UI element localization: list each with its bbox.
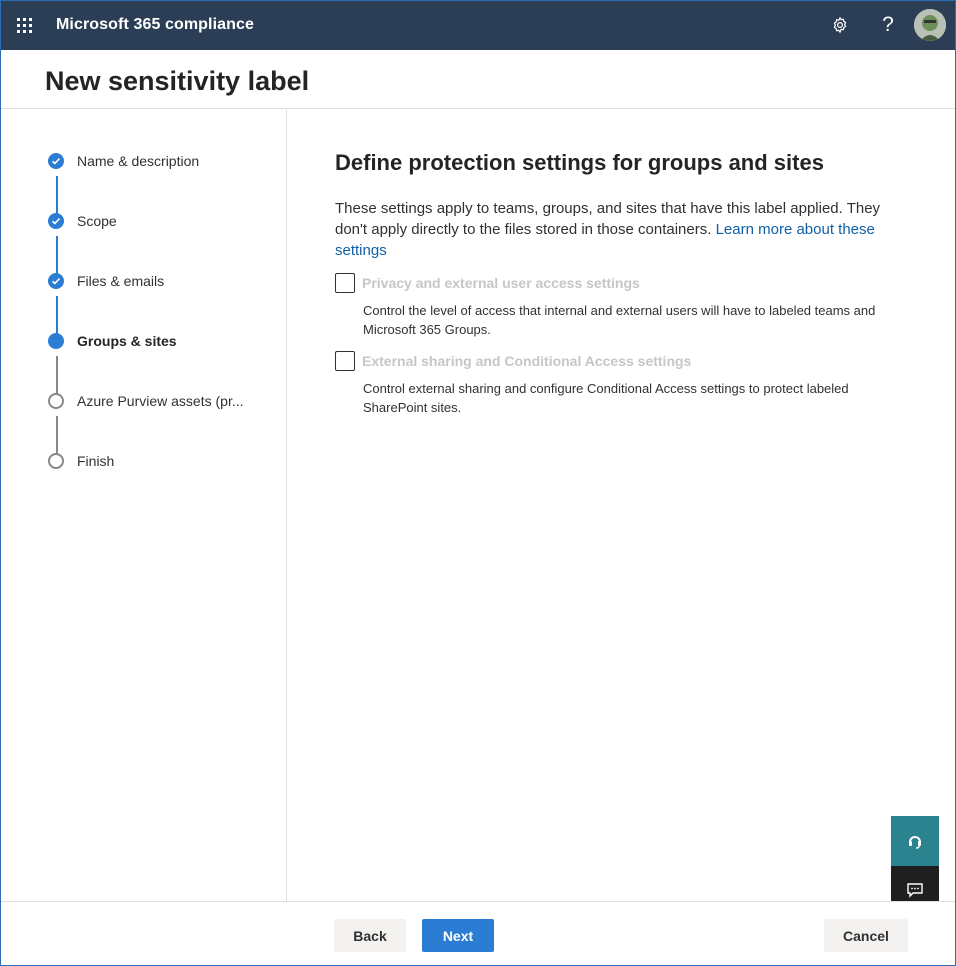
step-groups-sites[interactable]: Groups & sites bbox=[48, 330, 177, 352]
avatar[interactable] bbox=[914, 9, 946, 41]
wizard-footer: Back Next Cancel bbox=[0, 901, 956, 966]
external-sharing-option: External sharing and Conditional Access … bbox=[335, 351, 905, 417]
privacy-option: Privacy and external user access setting… bbox=[335, 273, 905, 339]
section-heading: Define protection settings for groups an… bbox=[335, 150, 824, 175]
option-description: Control the level of access that interna… bbox=[363, 303, 876, 337]
step-finish[interactable]: Finish bbox=[48, 450, 114, 472]
step-label: Files & emails bbox=[77, 273, 165, 289]
current-step-icon bbox=[48, 333, 64, 349]
step-label: Scope bbox=[77, 213, 117, 229]
top-bar: Microsoft 365 compliance ? bbox=[0, 0, 956, 50]
step-label: Groups & sites bbox=[77, 333, 177, 349]
option-title[interactable]: External sharing and Conditional Access … bbox=[362, 353, 691, 369]
option-title[interactable]: Privacy and external user access setting… bbox=[362, 275, 640, 291]
option-description: Control external sharing and configure C… bbox=[363, 381, 849, 415]
app-title[interactable]: Microsoft 365 compliance bbox=[56, 16, 254, 34]
empty-circle-icon bbox=[48, 393, 64, 409]
cancel-button[interactable]: Cancel bbox=[824, 919, 908, 952]
step-label: Azure Purview assets (pr... bbox=[77, 393, 244, 409]
check-icon bbox=[48, 153, 64, 169]
page-header: New sensitivity label bbox=[0, 50, 956, 109]
step-label: Finish bbox=[77, 453, 115, 469]
page-title: New sensitivity label bbox=[45, 66, 310, 96]
help-glyph: ? bbox=[882, 13, 894, 36]
check-icon bbox=[48, 213, 64, 229]
step-scope[interactable]: Scope bbox=[48, 210, 117, 232]
next-button[interactable]: Next bbox=[422, 919, 494, 952]
privacy-checkbox[interactable] bbox=[335, 273, 355, 293]
back-button[interactable]: Back bbox=[334, 919, 406, 952]
intro-text: These settings apply to teams, groups, a… bbox=[335, 198, 895, 261]
gear-icon[interactable] bbox=[816, 0, 864, 50]
step-files-emails[interactable]: Files & emails bbox=[48, 270, 164, 292]
external-sharing-checkbox[interactable] bbox=[335, 351, 355, 371]
help-headset-icon[interactable] bbox=[891, 816, 939, 866]
empty-circle-icon bbox=[48, 453, 64, 469]
main-content: Define protection settings for groups an… bbox=[335, 150, 905, 417]
waffle-icon[interactable] bbox=[0, 0, 48, 50]
step-azure-purview-assets[interactable]: Azure Purview assets (pr... bbox=[48, 390, 244, 412]
check-icon bbox=[48, 273, 64, 289]
wizard-step-nav: Name & description Scope Files & emails … bbox=[0, 109, 287, 901]
help-icon[interactable]: ? bbox=[864, 0, 912, 50]
step-label: Name & description bbox=[77, 153, 200, 169]
step-name-description[interactable]: Name & description bbox=[48, 150, 199, 172]
